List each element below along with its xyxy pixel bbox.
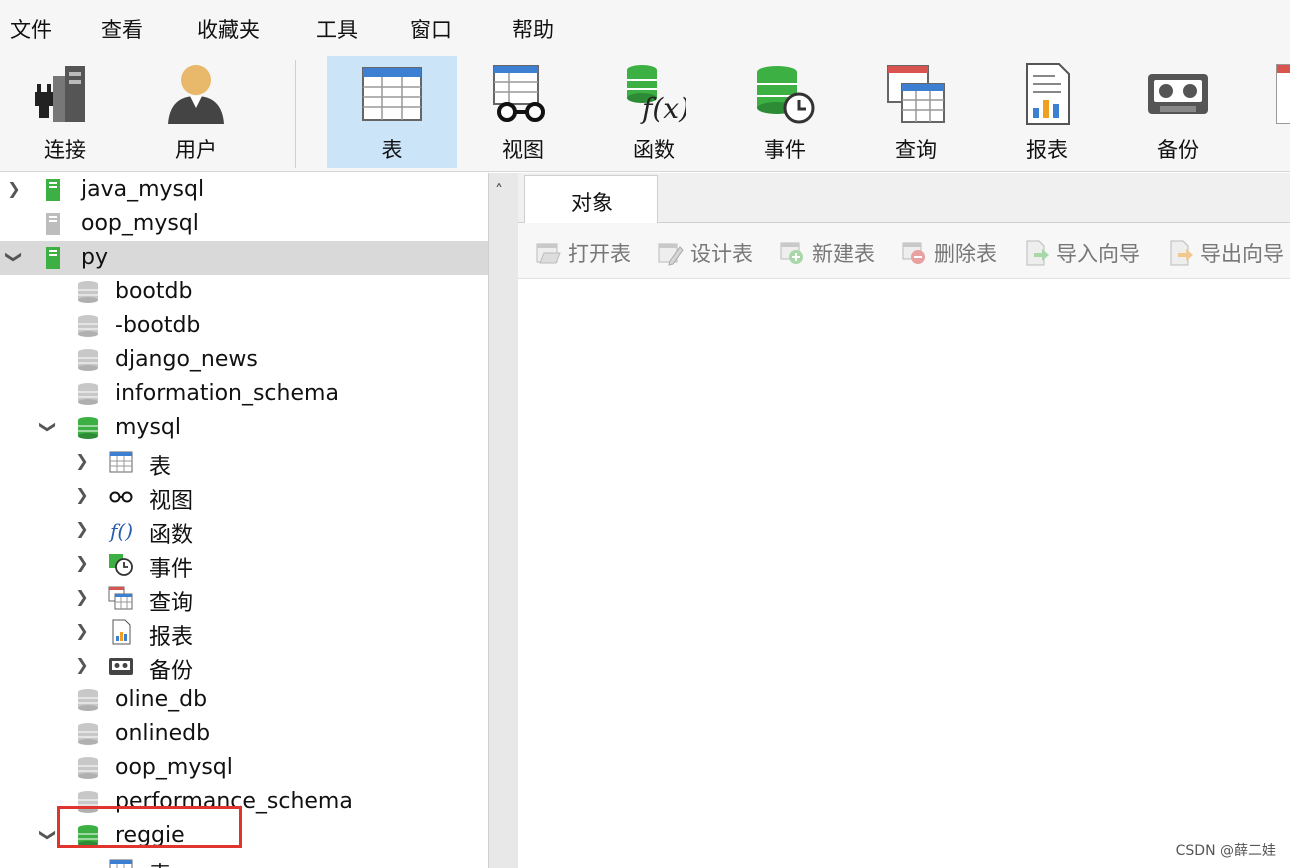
- chevron-right-icon[interactable]: ❯: [72, 655, 92, 675]
- tree-item-database[interactable]: oline_db: [0, 683, 488, 717]
- chevron-up-icon[interactable]: ˄: [495, 181, 503, 200]
- main-toolbar: 连接 用户 表 视图 f(x) 函数 事件 查询 报表 备份: [0, 52, 1290, 172]
- tree-item-events[interactable]: ❯ 事件: [0, 547, 488, 582]
- report-button[interactable]: 报表: [982, 56, 1112, 168]
- database-icon: [78, 383, 98, 405]
- database-icon: [78, 689, 98, 711]
- import-wizard-icon: [1026, 240, 1049, 266]
- event-icon: [109, 554, 133, 576]
- server-icon: [46, 213, 60, 235]
- connection-icon: [35, 66, 85, 122]
- svg-text:f(x): f(x): [640, 92, 686, 125]
- menu-help[interactable]: 帮助: [512, 14, 554, 44]
- database-icon: [78, 723, 98, 745]
- server-icon: [46, 179, 60, 201]
- tree-item-connection[interactable]: oop_mysql: [0, 207, 488, 241]
- tree-item-database[interactable]: information_schema: [0, 377, 488, 411]
- chevron-right-icon[interactable]: ❯: [4, 179, 24, 199]
- menu-window[interactable]: 窗口: [410, 14, 452, 44]
- query-icon: [887, 65, 945, 123]
- table-icon: [109, 859, 133, 868]
- watermark: CSDN @薛二娃: [1175, 843, 1276, 859]
- new-table-icon: [780, 242, 803, 264]
- menu-file[interactable]: 文件: [10, 14, 52, 44]
- backup-icon: [109, 658, 133, 675]
- object-toolbar: 打开表 设计表 新建表 删除表 导入向导 导出向导: [518, 223, 1290, 279]
- database-icon: [78, 349, 98, 371]
- chevron-right-icon[interactable]: ❯: [72, 621, 92, 641]
- tab-objects[interactable]: 对象: [524, 175, 658, 224]
- backup-icon: [1148, 74, 1208, 114]
- chevron-right-icon[interactable]: ❯: [72, 553, 92, 573]
- tree-item-database[interactable]: onlinedb: [0, 717, 488, 751]
- report-icon: [1026, 63, 1070, 125]
- user-icon: [168, 65, 224, 124]
- database-icon: [78, 315, 98, 337]
- tab-bar: 对象: [518, 173, 1290, 224]
- object-pane: 对象 打开表 设计表 新建表 删除表 导入向导 导出向导: [518, 173, 1290, 868]
- menu-tools[interactable]: 工具: [316, 14, 358, 44]
- user-button[interactable]: 用户: [131, 56, 261, 168]
- report-icon: [112, 619, 131, 645]
- table-icon: [362, 67, 422, 121]
- tree-item-tables[interactable]: ❯ 表: [0, 445, 488, 480]
- event-button[interactable]: 事件: [720, 56, 850, 168]
- server-icon: [46, 247, 60, 269]
- view-button[interactable]: 视图: [458, 56, 588, 168]
- tree-item-tables[interactable]: 表: [0, 853, 488, 868]
- query-button[interactable]: 查询: [851, 56, 981, 168]
- object-list-area[interactable]: [526, 279, 1290, 868]
- function-icon: f(): [108, 519, 133, 543]
- scrollbar[interactable]: ˄: [488, 173, 518, 868]
- connection-button[interactable]: 连接: [0, 56, 130, 168]
- menu-view[interactable]: 查看: [101, 14, 143, 44]
- overflow-tool-icon: [1276, 64, 1290, 124]
- chevron-right-icon[interactable]: ❯: [72, 485, 92, 505]
- tree-item-connection[interactable]: ❯ java_mysql: [0, 173, 488, 207]
- tree-item-database[interactable]: bootdb: [0, 275, 488, 309]
- navigation-tree: ❯ java_mysql oop_mysql ❯ py bootdb -boot…: [0, 173, 488, 868]
- chevron-down-icon[interactable]: ❯: [4, 247, 24, 267]
- tree-item-reports[interactable]: ❯ 报表: [0, 615, 488, 650]
- tree-item-functions[interactable]: ❯ f() 函数: [0, 513, 488, 548]
- tree-item-views[interactable]: ❯ 视图: [0, 479, 488, 514]
- tree-item-database[interactable]: -bootdb: [0, 309, 488, 343]
- tree-item-backups[interactable]: ❯ 备份: [0, 649, 488, 684]
- tree-item-database[interactable]: django_news: [0, 343, 488, 377]
- svg-text:f(): f(): [108, 519, 133, 543]
- menu-favorites[interactable]: 收藏夹: [197, 14, 260, 44]
- function-icon: f(x): [627, 65, 686, 125]
- chevron-down-icon[interactable]: ❯: [38, 825, 58, 845]
- event-icon: [757, 66, 815, 124]
- database-icon: [78, 757, 98, 779]
- table-button[interactable]: 表: [327, 56, 457, 168]
- design-table-icon: [658, 243, 684, 266]
- open-table-icon: [536, 243, 561, 264]
- chevron-right-icon[interactable]: ❯: [72, 451, 92, 471]
- tree-item-connection[interactable]: ❯ py: [0, 241, 488, 275]
- view-icon: [109, 491, 133, 503]
- chevron-right-icon[interactable]: ❯: [72, 587, 92, 607]
- query-icon: [108, 586, 133, 610]
- database-icon: [78, 281, 98, 303]
- toolbar-separator: [295, 60, 296, 168]
- backup-button[interactable]: 备份: [1113, 56, 1243, 168]
- menu-bar: 文件 查看 收藏夹 工具 窗口 帮助: [0, 0, 1290, 52]
- chevron-down-icon[interactable]: ❯: [38, 417, 58, 437]
- delete-table-icon: [902, 242, 925, 264]
- tree-item-queries[interactable]: ❯ 查询: [0, 581, 488, 616]
- export-wizard-icon: [1170, 240, 1193, 266]
- database-icon: [78, 417, 98, 439]
- chevron-right-icon[interactable]: ❯: [72, 519, 92, 539]
- function-button[interactable]: f(x) 函数: [589, 56, 719, 168]
- table-icon: [109, 451, 133, 473]
- tree-item-database[interactable]: oop_mysql: [0, 751, 488, 785]
- tree-item-database[interactable]: ❯ mysql: [0, 411, 488, 445]
- view-icon: [493, 65, 545, 122]
- highlight-box: [57, 806, 242, 848]
